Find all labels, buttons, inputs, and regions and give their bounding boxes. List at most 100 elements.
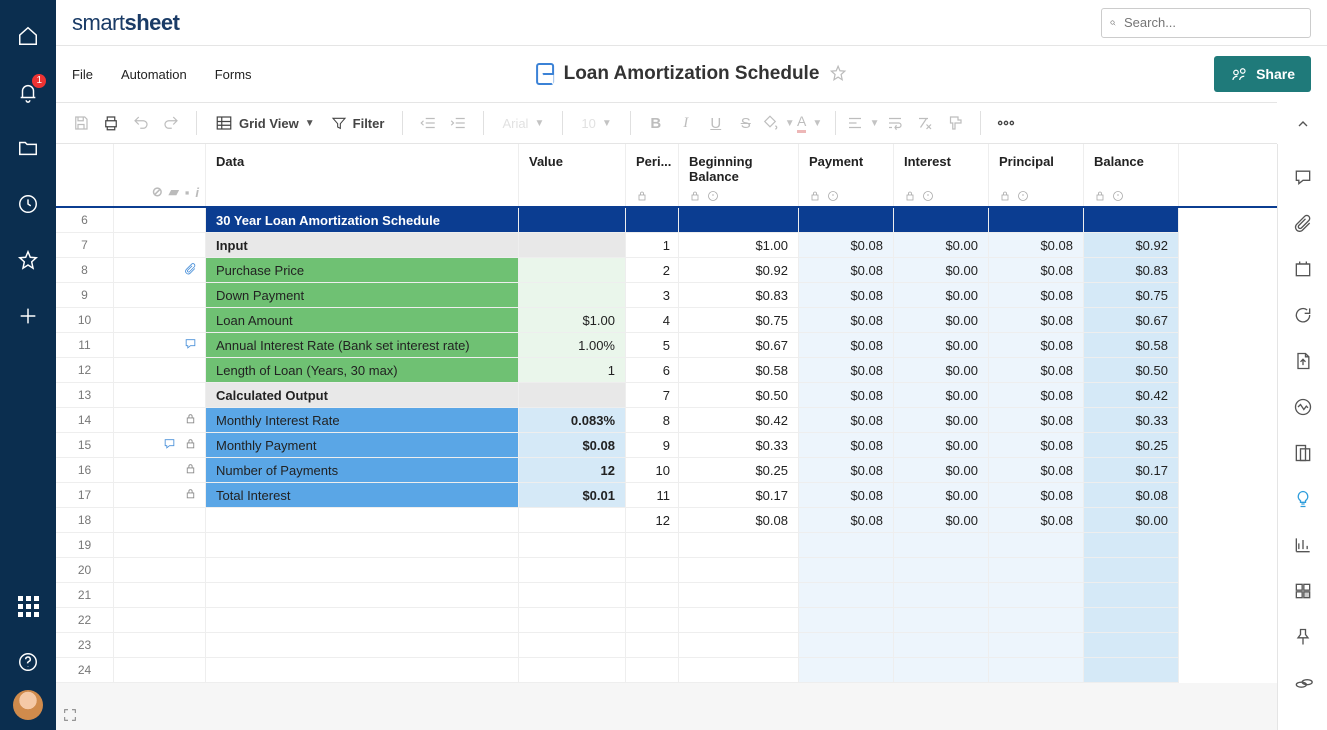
cell-principal[interactable]: $0.08 — [989, 358, 1084, 383]
cell-payment[interactable]: $0.08 — [799, 508, 894, 533]
cell-period[interactable]: 11 — [626, 483, 679, 508]
home-icon[interactable] — [8, 16, 48, 56]
cell-balance[interactable]: $0.08 — [1084, 483, 1179, 508]
notifications-icon[interactable]: 1 — [8, 72, 48, 112]
bold-button[interactable]: B — [641, 108, 671, 138]
attachments-icon[interactable] — [1286, 206, 1320, 240]
cell-value[interactable]: 12 — [519, 458, 626, 483]
help-icon[interactable] — [8, 642, 48, 682]
menu-forms[interactable]: Forms — [215, 67, 252, 82]
cell-value[interactable]: 1.00% — [519, 333, 626, 358]
cell-bbal[interactable] — [679, 608, 799, 633]
col-beginning-balance[interactable]: Beginning Balance — [679, 144, 799, 206]
cell-value[interactable] — [519, 233, 626, 258]
col-period[interactable]: Peri... — [626, 144, 679, 206]
cell-balance[interactable]: $0.50 — [1084, 358, 1179, 383]
row-number[interactable]: 19 — [56, 533, 114, 558]
menu-file[interactable]: File — [72, 67, 93, 82]
cell-balance[interactable]: $0.92 — [1084, 233, 1179, 258]
row-icon-cell[interactable] — [114, 408, 206, 433]
cell-period[interactable]: 3 — [626, 283, 679, 308]
row-number[interactable]: 18 — [56, 508, 114, 533]
cell-value[interactable]: $1.00 — [519, 308, 626, 333]
cell-principal[interactable] — [989, 583, 1084, 608]
align-button[interactable]: ▼ — [846, 108, 880, 138]
cell-payment[interactable]: $0.08 — [799, 233, 894, 258]
cell-value[interactable] — [519, 583, 626, 608]
cell-balance[interactable] — [1084, 533, 1179, 558]
row-number[interactable]: 21 — [56, 583, 114, 608]
table-row[interactable]: 10Loan Amount$1.004$0.75$0.08$0.00$0.08$… — [56, 308, 1277, 333]
user-avatar[interactable] — [13, 690, 43, 720]
cell-principal[interactable] — [989, 533, 1084, 558]
sheet-title[interactable]: Loan Amortization Schedule — [564, 63, 820, 85]
cell-bbal[interactable] — [679, 583, 799, 608]
attach-icon[interactable] — [184, 262, 197, 278]
cell-data[interactable]: Down Payment — [206, 283, 519, 308]
table-row[interactable]: 630 Year Loan Amortization Schedule — [56, 208, 1277, 233]
cell-interest[interactable] — [894, 633, 989, 658]
cell-interest[interactable]: $0.00 — [894, 233, 989, 258]
workapps-icon[interactable] — [1286, 574, 1320, 608]
cell-payment[interactable] — [799, 633, 894, 658]
cell-balance[interactable] — [1084, 558, 1179, 583]
cell-period[interactable]: 10 — [626, 458, 679, 483]
cell-principal[interactable] — [989, 208, 1084, 233]
cell-principal[interactable]: $0.08 — [989, 433, 1084, 458]
cell-principal[interactable]: $0.08 — [989, 283, 1084, 308]
fullscreen-icon[interactable] — [62, 707, 78, 726]
row-number[interactable]: 15 — [56, 433, 114, 458]
spreadsheet-grid[interactable]: ⊘ ▰ ▪ i Data Value Peri... Beginning Bal… — [56, 144, 1277, 730]
table-row[interactable]: 12Length of Loan (Years, 30 max)16$0.58$… — [56, 358, 1277, 383]
cell-period[interactable]: 1 — [626, 233, 679, 258]
apps-icon[interactable] — [8, 586, 48, 626]
folder-icon[interactable] — [8, 128, 48, 168]
table-row[interactable]: 14Monthly Interest Rate0.083%8$0.42$0.08… — [56, 408, 1277, 433]
row-icon-cell[interactable] — [114, 233, 206, 258]
cell-balance[interactable] — [1084, 583, 1179, 608]
update-requests-icon[interactable] — [1286, 298, 1320, 332]
grid-view-button[interactable]: Grid View▼ — [207, 108, 323, 138]
row-icon-cell[interactable] — [114, 508, 206, 533]
cell-interest[interactable]: $0.00 — [894, 258, 989, 283]
font-size-select[interactable]: 10▼ — [573, 108, 619, 138]
cell-interest[interactable]: $0.00 — [894, 458, 989, 483]
cell-value[interactable] — [519, 383, 626, 408]
proofs-icon[interactable] — [1286, 252, 1320, 286]
cell-value[interactable]: $0.01 — [519, 483, 626, 508]
cell-value[interactable] — [519, 283, 626, 308]
cell-data[interactable] — [206, 533, 519, 558]
cell-interest[interactable]: $0.00 — [894, 358, 989, 383]
cell-period[interactable] — [626, 558, 679, 583]
cell-bbal[interactable] — [679, 658, 799, 683]
cell-interest[interactable]: $0.00 — [894, 383, 989, 408]
cell-data[interactable] — [206, 658, 519, 683]
lock-icon[interactable] — [184, 437, 197, 453]
lock-icon[interactable] — [184, 462, 197, 478]
search-box[interactable] — [1101, 8, 1311, 38]
indent-button[interactable] — [443, 108, 473, 138]
cell-data[interactable]: Monthly Payment — [206, 433, 519, 458]
clear-format-button[interactable] — [910, 108, 940, 138]
row-number[interactable]: 14 — [56, 408, 114, 433]
cell-interest[interactable]: $0.00 — [894, 408, 989, 433]
cell-data[interactable]: Calculated Output — [206, 383, 519, 408]
cell-data[interactable]: Number of Payments — [206, 458, 519, 483]
cell-principal[interactable]: $0.08 — [989, 508, 1084, 533]
recents-icon[interactable] — [8, 184, 48, 224]
row-number[interactable]: 10 — [56, 308, 114, 333]
cell-payment[interactable]: $0.08 — [799, 283, 894, 308]
format-painter-button[interactable] — [940, 108, 970, 138]
text-color-button[interactable]: A▼ — [795, 108, 825, 138]
collapse-toolbar-icon[interactable] — [1289, 110, 1317, 138]
strikethrough-button[interactable]: S — [731, 108, 761, 138]
lock-icon[interactable] — [184, 412, 197, 428]
favorites-icon[interactable] — [8, 240, 48, 280]
cell-period[interactable] — [626, 208, 679, 233]
cell-balance[interactable]: $0.58 — [1084, 333, 1179, 358]
activity-log-icon[interactable] — [1286, 390, 1320, 424]
cell-value[interactable]: $0.08 — [519, 433, 626, 458]
cell-data[interactable] — [206, 558, 519, 583]
table-row[interactable]: 17Total Interest$0.0111$0.17$0.08$0.00$0… — [56, 483, 1277, 508]
row-icon-cell[interactable] — [114, 483, 206, 508]
